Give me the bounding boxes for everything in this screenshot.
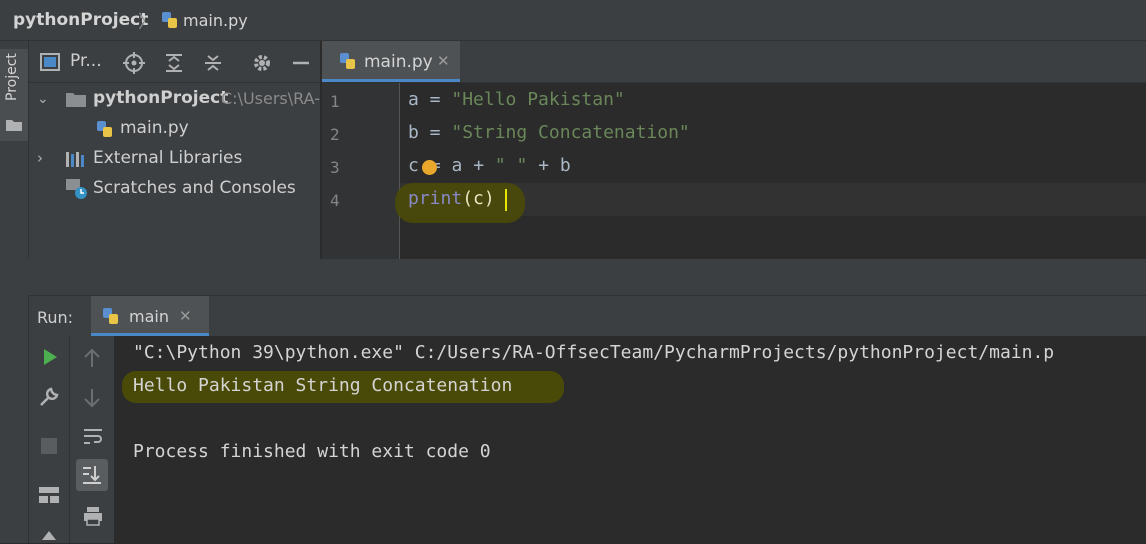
collapse-all-icon[interactable]: [202, 52, 224, 74]
tab-main-py[interactable]: main.py ✕: [322, 41, 460, 82]
line-number: 4: [330, 191, 340, 210]
libraries-icon: [66, 152, 84, 167]
run-toolbar-secondary: [70, 336, 114, 543]
panel-splitter[interactable]: [0, 259, 1146, 295]
minimize-icon[interactable]: [290, 52, 312, 74]
tree-item-label: main.py: [120, 118, 189, 138]
python-file-icon: [160, 10, 180, 34]
breadcrumb-project[interactable]: pythonProject: [13, 10, 148, 30]
tab-label: main: [129, 307, 169, 326]
up-arrow-icon[interactable]: [83, 348, 101, 368]
code-line-2: b = "String Concatenation": [408, 122, 690, 143]
close-icon[interactable]: ✕: [437, 52, 450, 70]
code-string: "Hello Pakistan": [451, 89, 625, 110]
breadcrumb-separator: 〉: [138, 12, 156, 33]
console-output-line: Hello Pakistan String Concatenation: [133, 375, 513, 396]
project-view-icon: [40, 53, 60, 71]
python-file-icon: [103, 308, 118, 324]
tree-item-external-libraries[interactable]: › External Libraries: [37, 148, 242, 168]
expand-all-icon[interactable]: [163, 52, 185, 74]
close-icon[interactable]: ✕: [179, 307, 192, 325]
project-tool-button[interactable]: Project: [0, 49, 28, 141]
project-stripe-label: Project: [4, 53, 20, 101]
code-string: "String Concatenation": [451, 122, 690, 143]
text-caret: [505, 189, 507, 211]
tab-run-main[interactable]: main ✕: [91, 296, 209, 336]
line-number: 1: [330, 92, 340, 111]
line-number: 2: [330, 125, 340, 144]
line-gutter: 1 2 3 4: [322, 83, 400, 259]
scroll-to-end-icon: [83, 466, 101, 484]
code-token: c: [408, 155, 419, 176]
layout-icon[interactable]: [38, 485, 60, 505]
run-toolbar-primary: [29, 336, 70, 543]
navigation-bar: pythonProject 〉 main.py: [0, 0, 1146, 41]
bulb-icon[interactable]: [422, 160, 437, 175]
code-line-1: a = "Hello Pakistan": [408, 89, 625, 110]
console-exit-line: Process finished with exit code 0: [133, 441, 491, 462]
soft-wrap-icon[interactable]: [82, 426, 104, 448]
project-toolbar: Pr...: [29, 41, 320, 83]
editor-tab-strip: main.py ✕: [322, 41, 1146, 83]
run-tool-header: Run: main ✕: [29, 295, 1146, 337]
gear-icon[interactable]: [251, 52, 273, 74]
print-icon[interactable]: [82, 505, 104, 527]
run-label: Run:: [37, 308, 74, 327]
console-command-line: "C:\Python 39\python.exe" C:/Users/RA-Of…: [133, 342, 1055, 363]
tree-item-label: Scratches and Consoles: [93, 178, 296, 198]
tree-item-label: External Libraries: [93, 148, 243, 168]
code-line-4: print(c): [408, 188, 495, 209]
code-editor[interactable]: 1 2 3 4 a = "Hello Pakistan" b = "String…: [322, 83, 1146, 259]
run-icon[interactable]: [41, 348, 59, 366]
folder-icon: [66, 93, 86, 107]
down-arrow-icon[interactable]: [83, 388, 101, 408]
folder-icon: [6, 120, 22, 131]
code-token: = a +: [429, 155, 495, 176]
scroll-to-end-button[interactable]: [76, 459, 108, 491]
code-token: a =: [408, 89, 452, 110]
code-token: (c): [462, 188, 495, 209]
project-panel: Pr... ⌄ pythonProject C:\Users\RA- main.…: [29, 41, 320, 294]
tab-label: main.py: [364, 52, 433, 72]
chevron-down-icon[interactable]: ⌄: [37, 91, 49, 107]
python-file-icon: [97, 121, 112, 137]
chevron-right-icon[interactable]: ›: [37, 149, 43, 167]
code-builtin: print: [408, 188, 463, 209]
wrench-icon[interactable]: [38, 386, 60, 408]
python-file-icon: [340, 53, 355, 69]
tree-item-label: pythonProject: [93, 88, 229, 108]
breadcrumb-file[interactable]: main.py: [183, 11, 248, 30]
code-token: + b: [527, 155, 571, 176]
code-string: " ": [494, 155, 528, 176]
line-number: 3: [330, 158, 340, 177]
target-icon[interactable]: [123, 52, 145, 74]
tree-item-pythonproject[interactable]: ⌄ pythonProject C:\Users\RA-: [37, 88, 320, 108]
stop-icon[interactable]: [40, 437, 58, 455]
scratches-icon: [66, 179, 87, 199]
tree-item-path-hint: C:\Users\RA-: [221, 89, 320, 108]
project-view-dropdown[interactable]: Pr...: [70, 51, 102, 71]
pin-icon[interactable]: [40, 530, 58, 544]
code-token: b =: [408, 122, 452, 143]
run-console[interactable]: "C:\Python 39\python.exe" C:/Users/RA-Of…: [114, 336, 1146, 543]
